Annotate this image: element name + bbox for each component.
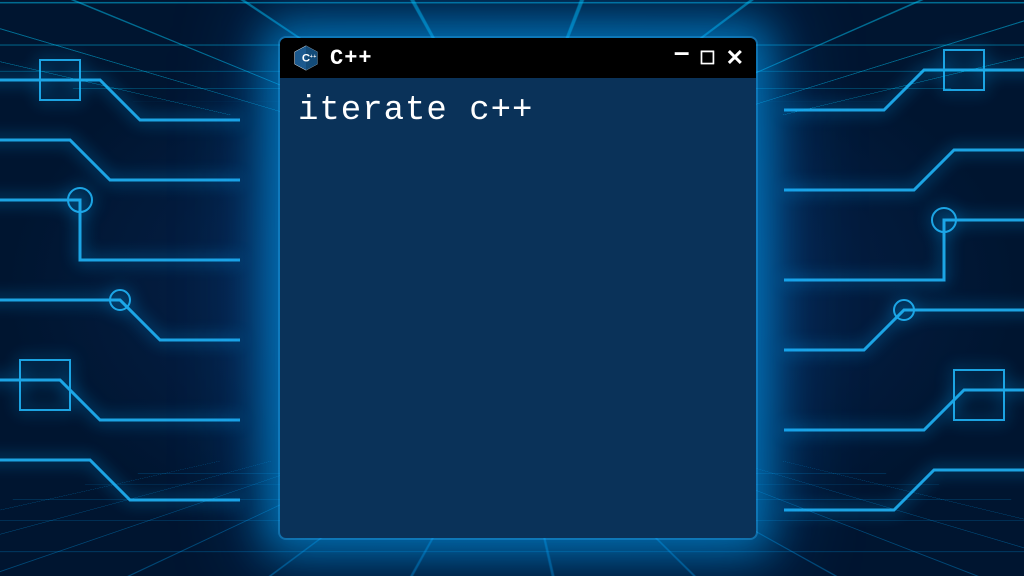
close-icon[interactable]: ✕ xyxy=(726,47,744,69)
circuit-pattern-right xyxy=(764,0,1024,576)
svg-text:+: + xyxy=(310,54,313,60)
minimize-icon[interactable]: – xyxy=(674,38,690,66)
window-controls: – ☐ ✕ xyxy=(674,44,744,72)
terminal-text: iterate c++ xyxy=(298,92,533,130)
svg-text:+: + xyxy=(313,54,316,60)
maximize-icon[interactable]: ☐ xyxy=(699,49,715,67)
terminal-window: C + + C++ – ☐ ✕ iterate c++ xyxy=(280,38,756,538)
window-title: C++ xyxy=(330,46,664,71)
terminal-content[interactable]: iterate c++ xyxy=(280,78,756,538)
cpp-logo-icon: C + + xyxy=(292,44,320,72)
titlebar[interactable]: C + + C++ – ☐ ✕ xyxy=(280,38,756,78)
circuit-pattern-left xyxy=(0,0,260,576)
